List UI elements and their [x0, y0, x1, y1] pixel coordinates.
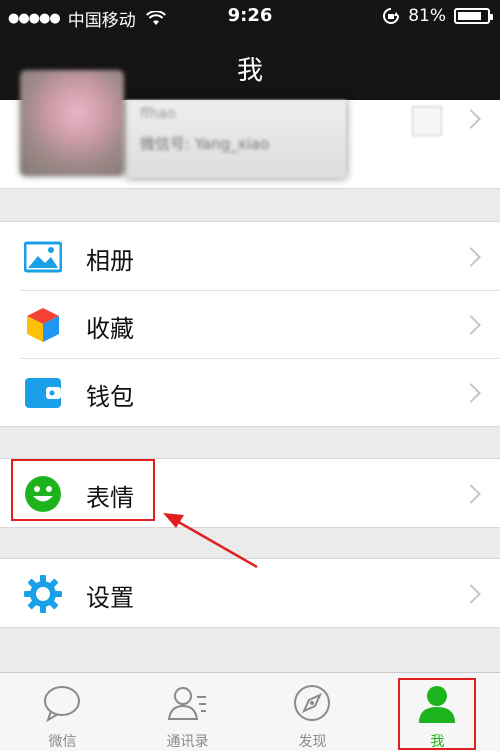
- profile-row[interactable]: ffhao 微信号: Yang_xiao: [0, 70, 500, 189]
- qr-code-icon[interactable]: [412, 106, 442, 136]
- menu-item-settings[interactable]: 设置: [0, 559, 500, 627]
- menu-item-wallet[interactable]: 钱包: [0, 358, 500, 426]
- tab-label: 通讯录: [166, 734, 209, 750]
- album-icon: [24, 241, 62, 273]
- tab-discover[interactable]: 发现: [250, 673, 375, 751]
- menu-label: 相册: [86, 247, 134, 275]
- menu-group-3: 设置: [0, 558, 500, 628]
- status-bar: ●●●●● 中国移动 9:26 81%: [0, 0, 500, 32]
- menu-item-album[interactable]: 相册: [0, 222, 500, 290]
- battery-percent: 81%: [408, 6, 446, 26]
- wallet-icon: [25, 378, 61, 408]
- rotation-lock-icon: [383, 8, 400, 24]
- battery-icon: [454, 8, 493, 24]
- favorites-cube-icon: [27, 308, 59, 342]
- annotation-highlight-stickers: [11, 459, 155, 521]
- menu-label: 设置: [86, 584, 134, 612]
- tab-chats[interactable]: 微信: [0, 673, 125, 751]
- contacts-icon: [167, 687, 206, 720]
- menu-label: 钱包: [86, 383, 134, 411]
- tab-label: 发现: [298, 734, 327, 750]
- chat-bubble-icon: [44, 686, 80, 723]
- annotation-highlight-me-tab: [398, 678, 476, 750]
- avatar[interactable]: [20, 70, 124, 176]
- menu-group-1: 相册 收藏 钱包: [0, 221, 500, 427]
- profile-name: ffhao: [140, 106, 176, 122]
- compass-icon: [294, 685, 330, 721]
- chevron-right-icon: [461, 315, 481, 335]
- chevron-right-icon: [461, 247, 481, 267]
- chevron-right-icon: [461, 383, 481, 403]
- chevron-right-icon: [461, 584, 481, 604]
- menu-label: 收藏: [86, 315, 134, 343]
- tab-label: 微信: [48, 734, 77, 750]
- menu-item-favorites[interactable]: 收藏: [0, 290, 500, 358]
- chevron-right-icon: [461, 109, 481, 129]
- profile-wechat-id: 微信号: Yang_xiao: [140, 135, 270, 153]
- tab-contacts[interactable]: 通讯录: [125, 673, 250, 751]
- chevron-right-icon: [461, 484, 481, 504]
- gear-icon: [24, 575, 62, 613]
- status-right: 81%: [382, 6, 493, 26]
